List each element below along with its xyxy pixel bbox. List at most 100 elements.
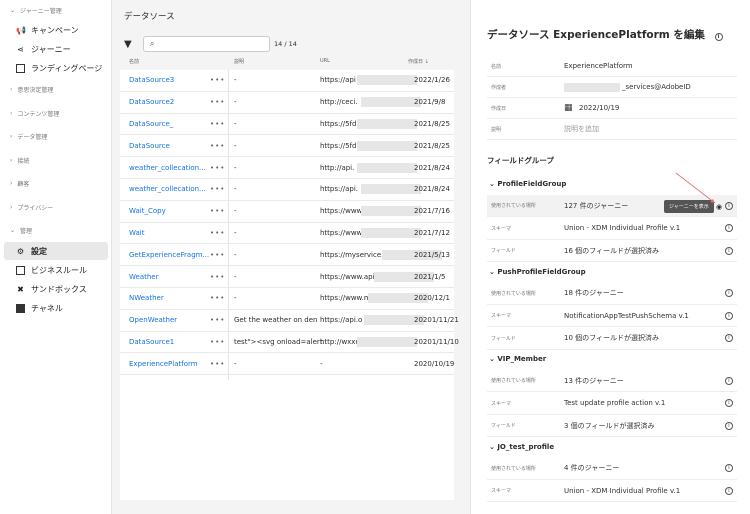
info-icon[interactable]: i [714,33,723,41]
more-actions-button[interactable]: ••• [210,251,225,259]
field-group-name: JO_test_profile [497,442,555,451]
more-actions-button[interactable]: ••• [210,185,225,193]
field-group-row: スキーマ NotificationAppTestPushSchema v.1 i [487,305,737,327]
field-group-name: PushProfileFieldGroup [497,267,586,276]
more-actions-button[interactable]: ••• [210,273,225,281]
more-actions-button[interactable]: ••• [210,120,225,128]
field-group-header[interactable]: ⌄ JO_test_profile [489,443,554,451]
column-header-description[interactable]: 説明 [234,58,244,65]
sidebar-section[interactable]: › プライバシー [10,203,53,212]
table-row[interactable]: GetExperienceFragm... ••• - https://myservi… [120,244,454,267]
table-row[interactable]: Wait ••• - https://www. 2021/7/12 [120,223,454,245]
sidebar-section[interactable]: › 接続 [10,156,29,165]
row-created-date: 2021/8/25 [414,119,450,128]
section-administration[interactable]: ⌄ 管理 [10,226,32,235]
detail-field: 作成日 2022/10/19 ▦ [487,98,737,119]
row-name-link[interactable]: Wait_Copy [129,207,166,215]
more-actions-button[interactable]: ••• [210,164,225,172]
search-input[interactable]: ⌕ [143,36,270,52]
info-icon[interactable]: i [725,334,733,342]
info-icon[interactable]: i [725,289,733,297]
sidebar-item-journeys[interactable]: ⋖ ジャーニー [4,40,108,58]
row-value: 3 個のフィールドが選択済み [564,421,655,430]
more-actions-button[interactable]: ••• [210,207,225,215]
info-icon[interactable]: i [725,201,733,210]
table-row[interactable]: DataSource_ ••• - https://5fd 2021/8/25 [120,114,454,136]
sidebar-item-sandboxes[interactable]: ✖ サンドボックス [4,280,108,298]
row-name-link[interactable]: Weather [129,273,158,281]
field-group-header[interactable]: ⌄ ProfileFieldGroup [489,180,566,188]
row-name-link[interactable]: weather_collecation... [129,164,206,172]
field-group-header[interactable]: ⌄ PushProfileFieldGroup [489,268,586,276]
row-name-link[interactable]: DataSource1 [129,338,174,346]
info-icon[interactable]: i [725,311,733,320]
table-row[interactable]: DataSource3 ••• - https://api 2022/1/26 [120,70,454,92]
info-icon[interactable]: i [725,421,733,430]
sidebar-item-settings[interactable]: ⚙ 設定 [4,242,108,260]
sidebar-item-channels[interactable]: チャネル [4,299,108,317]
sidebar-item-campaigns[interactable]: 📢 キャンペーン [4,21,108,39]
table-row[interactable]: Wait_Copy ••• - https://www. 2021/7/16 [120,201,454,223]
row-description: - [234,272,237,281]
column-header-name[interactable]: 名前 [129,58,139,65]
table-row[interactable]: DataSource2 ••• - http://ceci. 2021/9/8 [120,92,454,114]
more-actions-button[interactable]: ••• [210,98,225,106]
row-name-link[interactable]: OpenWeather [129,316,177,324]
table-row[interactable]: weather_collecation... ••• - http://api. 202… [120,157,454,179]
more-actions-button[interactable]: ••• [210,76,225,84]
row-description: - [234,76,237,85]
detail-field[interactable]: 説明 説明を追加 [487,119,737,140]
row-name-link[interactable]: weather_collecation... [129,185,206,193]
table-row[interactable]: NWeather ••• - https://www.me 2020/12/1 [120,288,454,310]
sidebar-section[interactable]: › 意思決定管理 [10,85,53,94]
sidebar-section[interactable]: › 顧客 [10,179,29,188]
row-name-link[interactable]: Wait [129,229,144,237]
row-name-link[interactable]: ExperiencePlatform [129,360,198,368]
table-row[interactable]: DataSource ••• - https://5fd 2021/8/25 [120,135,454,158]
row-name-link[interactable]: DataSource [129,142,170,150]
info-icon[interactable]: i [725,246,733,255]
field-label: 作成者 [491,84,507,91]
field-group-row: フィールド 16 個のフィールドが選択済み i [487,240,737,262]
more-actions-button[interactable]: ••• [210,229,225,237]
table-row[interactable]: Weather ••• - https://www.api. 2021/1/5 [120,266,454,288]
table-row[interactable]: DataSource1 ••• test"><svg onload=alert htt… [120,332,459,354]
row-name-link[interactable]: DataSource2 [129,98,174,106]
column-header-created[interactable]: 作成日 ↓ [408,58,429,65]
table-row[interactable]: ExperiencePlatform ••• - - 2020/10/19 [120,353,454,376]
table-row[interactable]: weather_collecation... ••• - https://api. 20… [120,179,454,201]
table-row[interactable]: OpenWeather ••• Get the weather on den http… [120,310,459,332]
sidebar-item-landing-pages[interactable]: ランディングページ [4,59,108,77]
row-name-link[interactable]: NWeather [129,294,164,302]
more-actions-button[interactable]: ••• [210,316,225,324]
info-icon[interactable]: i [725,224,733,232]
field-value: _services@AdobeID [622,83,691,91]
filter-icon[interactable]: ▼ [124,39,132,50]
calendar-icon[interactable]: ▦ [564,103,573,113]
eye-icon[interactable]: ◉ [716,203,722,211]
row-name-link[interactable]: DataSource3 [129,76,174,84]
sidebar-section[interactable]: › コンテンツ管理 [10,109,59,118]
more-actions-button[interactable]: ••• [210,294,225,302]
row-url: https://api. [320,185,358,194]
row-description: - [234,250,237,259]
more-actions-button[interactable]: ••• [210,338,225,346]
info-icon[interactable]: i [725,376,733,385]
info-icon[interactable]: i [725,464,733,472]
sidebar-item-business-rules[interactable]: ビジネスルール [4,261,108,279]
more-actions-button[interactable]: ••• [210,142,225,150]
redacted-mask [357,162,418,173]
channel-icon [16,303,25,313]
field-group-header[interactable]: ⌄ VIP_Member [489,355,546,363]
sidebar-section[interactable]: › データ管理 [10,132,47,141]
row-description: - [234,294,237,303]
column-header-url[interactable]: URL [320,58,330,64]
more-actions-button[interactable]: ••• [210,360,225,368]
row-value: 10 個のフィールドが選択済み [564,334,659,342]
row-name-link[interactable]: GetExperienceFragm... [129,251,209,259]
row-name-link[interactable]: DataSource_ [129,120,173,128]
section-journey-management[interactable]: ⌄ ジャーニー管理 [10,6,62,15]
info-icon[interactable]: i [725,399,733,407]
info-icon[interactable]: i [725,486,733,495]
redacted-mask [357,75,418,86]
